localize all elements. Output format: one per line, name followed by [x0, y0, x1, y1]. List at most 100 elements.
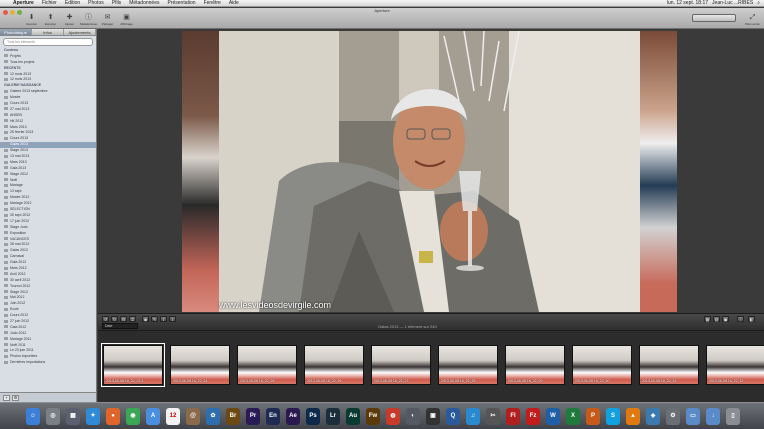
sidebar-item[interactable]: Dernières importations — [0, 360, 96, 366]
toolbar-button-1[interactable]: ⬆ Exporter — [42, 14, 59, 28]
lift-button[interactable]: ⇧ — [160, 316, 167, 322]
menu-0[interactable]: Aperture — [9, 0, 38, 6]
mission-control-icon[interactable]: ▦ — [66, 408, 80, 425]
rotate-left-button[interactable]: ↺ — [102, 316, 109, 322]
safari-icon[interactable]: ✦ — [86, 408, 100, 425]
menu-6[interactable]: Présentation — [164, 0, 200, 6]
documents-folder-icon[interactable]: ▭ — [686, 408, 700, 425]
flash-icon[interactable]: Fl — [506, 408, 520, 425]
sidebar-tab-2[interactable]: Ajustements — [64, 29, 96, 35]
straighten-button[interactable]: ⊟ — [120, 316, 127, 322]
skype-icon[interactable]: S — [606, 408, 620, 425]
sidebar-tab-1[interactable]: Infos — [32, 29, 64, 35]
retouch-button[interactable]: ✎ — [151, 316, 158, 322]
calendar-icon[interactable]: 12 — [166, 408, 180, 425]
minimize-window-button[interactable] — [10, 10, 15, 15]
sidebar-item-label: Le 23 juin 2011 — [10, 348, 34, 353]
menu-5[interactable]: Métadonnées — [125, 0, 163, 6]
powerpoint-icon[interactable]: P — [586, 408, 600, 425]
firefox-icon[interactable]: ● — [106, 408, 120, 425]
word-icon[interactable]: W — [546, 408, 560, 425]
view-split-button[interactable]: ▤ — [713, 316, 720, 322]
view-mode-segment[interactable] — [692, 14, 736, 22]
filmstrip-thumbnail[interactable]: 2013-06-08 16_22_23-1 — [101, 343, 165, 387]
photo-app-icon[interactable]: ✿ — [206, 408, 220, 425]
previous-photo-preview[interactable] — [182, 31, 219, 312]
launchpad-icon[interactable]: ◎ — [46, 408, 60, 425]
premiere-icon[interactable]: Pr — [246, 408, 260, 425]
crop-button[interactable]: ⌗ — [129, 316, 136, 322]
finder-icon[interactable]: ☺ — [26, 408, 40, 425]
contacts-icon[interactable]: @ — [186, 408, 200, 425]
redeye-button[interactable]: ◉ — [142, 316, 149, 322]
disk-utility-icon[interactable]: ◐ — [406, 408, 420, 425]
filmstrip-thumbnail[interactable]: 2013-06-08 16_22_26 — [304, 345, 364, 385]
zoom-window-button[interactable] — [17, 10, 22, 15]
user-name[interactable]: Jean-Luc ...RIBES — [712, 0, 753, 7]
add-item-button[interactable]: + — [3, 395, 10, 401]
fireworks-icon[interactable]: Fw — [366, 408, 380, 425]
filezilla-icon[interactable]: Fz — [526, 408, 540, 425]
after-effects-icon[interactable]: Ae — [286, 408, 300, 425]
main-photo[interactable] — [219, 31, 640, 312]
toolbar-button-2[interactable]: ✚ Ajuster — [61, 14, 78, 28]
library-search-input[interactable]: Tous les éléments — [3, 38, 93, 46]
view-viewer-button[interactable]: ▣ — [722, 316, 729, 322]
filmstrip-thumbnail[interactable]: 2013-06-08 16_22_30 — [572, 345, 632, 385]
sidebar-item-label: Mariage 2012 — [10, 201, 32, 206]
filmstrip-thumbnail[interactable]: 2013-06-08 16_22_24 — [170, 345, 230, 385]
itunes-icon[interactable]: ♫ — [466, 408, 480, 425]
action-menu-button[interactable]: ⚙ — [12, 395, 19, 401]
filmstrip-thumbnail[interactable]: 2013-06-08 16_22_28 — [438, 345, 498, 385]
menu-7[interactable]: Fenêtre — [200, 0, 225, 6]
fullscreen-button[interactable]: ⤢ Plein écran — [745, 14, 760, 28]
excel-icon[interactable]: X — [566, 408, 580, 425]
quicktime-icon[interactable]: Q — [446, 408, 460, 425]
movie-icon[interactable]: ✂ — [486, 408, 500, 425]
sidebar-item-label: Gala 2012 — [10, 324, 27, 329]
stamp-button[interactable]: ⇩ — [169, 316, 176, 322]
downloads-folder-icon[interactable]: ↓ — [706, 408, 720, 425]
filmstrip-thumbnail[interactable]: 2013-06-08 16_22_32 — [706, 345, 764, 385]
bridge-icon[interactable]: Br — [226, 408, 240, 425]
next-photo-preview[interactable] — [640, 31, 677, 312]
close-window-button[interactable] — [3, 10, 8, 15]
sort-select[interactable]: Date — [102, 323, 138, 329]
toolbar-button-3[interactable]: ⓘ Métadonnées — [80, 14, 97, 28]
hud-toggle-button[interactable]: ◧ — [748, 316, 755, 322]
lightroom-icon[interactable]: Lr — [326, 408, 340, 425]
trash-icon[interactable]: ▯ — [726, 408, 740, 425]
menu-2[interactable]: Édition — [61, 0, 84, 6]
menu-4[interactable]: Pfils — [108, 0, 125, 6]
toast-icon[interactable]: ◍ — [386, 408, 400, 425]
view-browser-button[interactable]: ▦ — [704, 316, 711, 322]
clock[interactable]: lun. 12 sept. 18:17 — [667, 0, 708, 7]
sidebar-tab-0[interactable]: Photothèque — [0, 29, 32, 35]
filmstrip[interactable]: 2013-06-08 16_22_23-1 2013-06-08 16_22_24… — [98, 331, 764, 402]
spotlight-icon[interactable]: ⌕ — [757, 0, 760, 7]
inspector-toggle-button[interactable]: ⓘ — [737, 316, 744, 322]
chrome-icon[interactable]: ◉ — [126, 408, 140, 425]
audition-icon[interactable]: Au — [346, 408, 360, 425]
menu-3[interactable]: Photos — [84, 0, 108, 6]
rotate-right-button[interactable]: ↻ — [111, 316, 118, 322]
sidebar-item-label: Carnaval — [10, 254, 25, 259]
dvd-player-icon[interactable]: ▣ — [426, 408, 440, 425]
system-preferences-icon[interactable]: ⚙ — [666, 408, 680, 425]
filmstrip-thumbnail[interactable]: 2013-06-08 16_22_25 — [237, 345, 297, 385]
filmstrip-thumbnail[interactable]: 2013-06-08 16_22_31 — [639, 345, 699, 385]
sidebar-item-label: Cours 2012 — [10, 313, 29, 318]
vlc-icon[interactable]: ▲ — [626, 408, 640, 425]
filmstrip-thumbnail[interactable]: 2013-06-08 16_22_27 — [371, 345, 431, 385]
menu-1[interactable]: Fichier — [38, 0, 61, 6]
preview-icon[interactable]: ◈ — [646, 408, 660, 425]
photo-viewer[interactable]: www.lesvideosdevirgile.com — [98, 29, 764, 313]
encore-icon[interactable]: En — [266, 408, 280, 425]
filmstrip-thumbnail[interactable]: 2013-06-08 16_22_29 — [505, 345, 565, 385]
photoshop-icon[interactable]: Ps — [306, 408, 320, 425]
toolbar-button-0[interactable]: ⬇ Importer — [23, 14, 40, 28]
toolbar-button-4[interactable]: ✉ Partager — [99, 14, 116, 28]
app-store-icon[interactable]: A — [146, 408, 160, 425]
menu-8[interactable]: Aide — [225, 0, 243, 6]
toolbar-button-5[interactable]: ▣ Affichage — [118, 14, 135, 28]
